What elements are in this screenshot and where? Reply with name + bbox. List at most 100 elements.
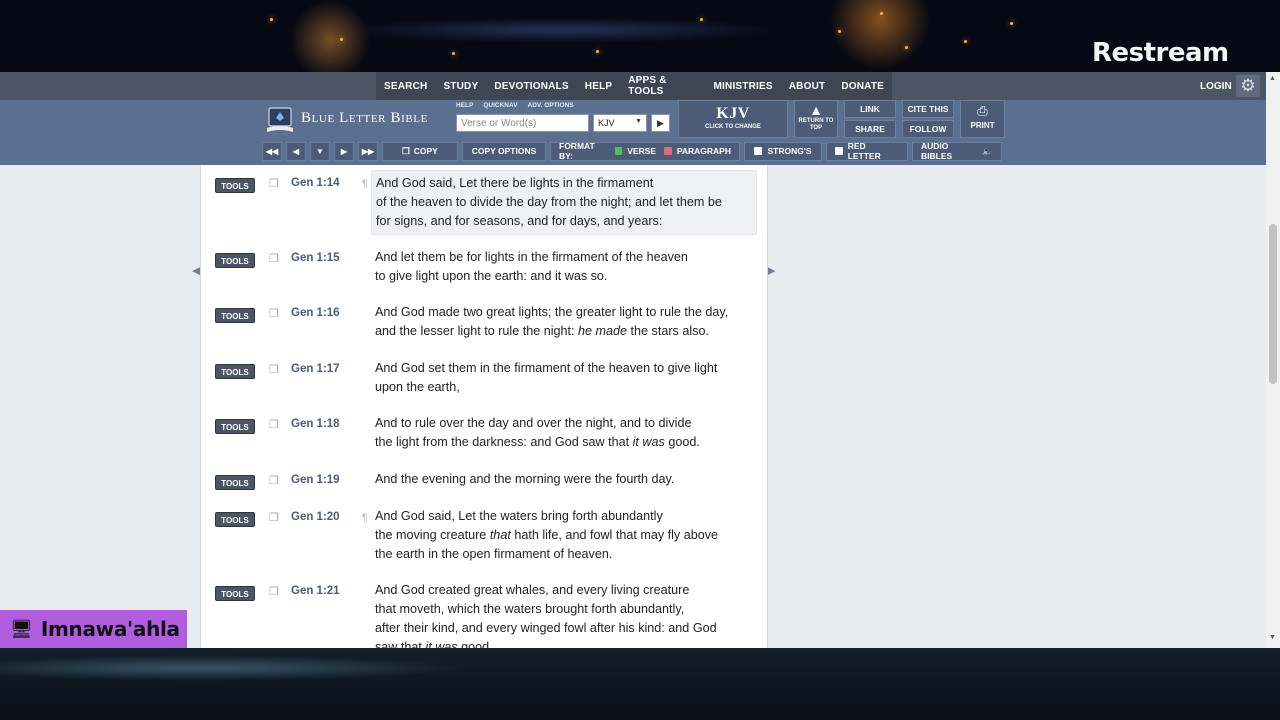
site-logo-text[interactable]: Blue Letter Bible	[301, 110, 428, 127]
audio-bibles-label: AUDIO BIBLES	[921, 141, 953, 161]
tools-button[interactable]: TOOLS	[215, 308, 255, 323]
verse-reference[interactable]: Gen 1:16	[291, 307, 340, 319]
copy-verse-icon[interactable]: ❐	[269, 586, 280, 598]
red-letter-toggle[interactable]: RED LETTER	[826, 141, 908, 161]
nav-devotionals[interactable]: DEVOTIONALS	[486, 81, 576, 92]
strongs-toggle[interactable]: STRONG'S	[744, 141, 822, 161]
previous-book-icon[interactable]: ◀◀	[262, 141, 282, 161]
streamer-name: Imnawa'ahla	[40, 617, 180, 641]
version-change-button[interactable]: KJV CLICK TO CHANGE	[678, 100, 788, 138]
verse-reference[interactable]: Gen 1:17	[291, 363, 340, 375]
follow-button[interactable]: FOLLOW	[902, 120, 954, 138]
paragraph-label[interactable]: PARAGRAPH	[677, 146, 731, 156]
nav-about[interactable]: ABOUT	[781, 81, 834, 92]
verse-reference[interactable]: Gen 1:21	[291, 585, 340, 597]
tools-button[interactable]: TOOLS	[215, 419, 255, 434]
red-letter-label: RED LETTER	[847, 141, 881, 161]
adv-options-link[interactable]: ADV. OPTIONS	[528, 102, 574, 109]
copy-verse-icon[interactable]: ❐	[269, 364, 280, 376]
nav-apps-tools[interactable]: APPS & TOOLS	[620, 75, 705, 97]
version-select[interactable]: KJV ▼	[593, 114, 647, 132]
next-book-icon[interactable]: ▶▶	[358, 141, 378, 161]
verse-reference[interactable]: Gen 1:15	[291, 252, 340, 264]
top-nav-menu: SEARCH STUDY DEVOTIONALS HELP APPS & TOO…	[376, 72, 892, 100]
stream-background-bottom	[0, 648, 1280, 720]
red-letter-checkbox[interactable]	[835, 147, 843, 155]
strongs-checkbox[interactable]	[754, 147, 763, 155]
bible-toolbar: ◀◀ ◀ ▼ ▶ ▶▶ ❐ COPY COPY OPTIONS FORMAT B…	[262, 141, 1002, 161]
copy-label: COPY	[413, 146, 438, 156]
right-collapse-arrow-icon[interactable]: ▶	[767, 264, 775, 277]
share-button[interactable]: SHARE	[844, 120, 896, 138]
format-by-toggle: FORMAT BY: VERSE PARAGRAPH	[550, 141, 740, 161]
verse-checkbox[interactable]	[614, 147, 623, 155]
audio-bibles-button[interactable]: AUDIO BIBLES 🔈	[912, 141, 1002, 161]
scroll-up-icon[interactable]: ▲	[1269, 75, 1276, 82]
quicknav-link[interactable]: QUICKNAV	[483, 102, 517, 109]
strongs-label: STRONG'S	[767, 146, 812, 156]
nav-search[interactable]: SEARCH	[376, 81, 435, 92]
chevron-down-icon: ▼	[635, 118, 642, 125]
verse-line: And God set them in the firmament of the…	[375, 361, 718, 375]
search-input[interactable]	[456, 114, 589, 132]
verse-reference[interactable]: Gen 1:19	[291, 474, 340, 486]
page-scrollbar[interactable]: ▲ ▼	[1266, 72, 1280, 648]
help-link[interactable]: HELP	[456, 102, 473, 109]
verse-line: the moving creature that hath life, and …	[375, 528, 719, 542]
site-header: Blue Letter Bible HELP QUICKNAV ADV. OPT…	[0, 100, 1280, 165]
verse-line: to give light upon the earth: and it was…	[375, 269, 608, 283]
copy-verse-icon[interactable]: ❐	[269, 308, 280, 320]
verse-reference[interactable]: Gen 1:18	[291, 418, 340, 430]
gear-icon[interactable]: ⚙	[1236, 75, 1260, 97]
printer-icon: ⎙	[977, 103, 988, 118]
verse-reference[interactable]: Gen 1:20	[291, 511, 340, 523]
tools-button[interactable]: TOOLS	[215, 586, 255, 601]
print-label: PRINT	[970, 121, 995, 130]
copy-options-button[interactable]: COPY OPTIONS	[462, 141, 546, 161]
restream-logo: Restream	[1092, 38, 1229, 68]
bible-logo-icon[interactable]	[266, 106, 294, 134]
tools-button[interactable]: TOOLS	[215, 253, 255, 268]
cite-this-button[interactable]: CITE THIS	[902, 100, 954, 118]
next-chapter-icon[interactable]: ▶	[334, 141, 354, 161]
tools-button[interactable]: TOOLS	[215, 512, 255, 527]
previous-chapter-icon[interactable]: ◀	[286, 141, 306, 161]
chapter-down-icon[interactable]: ▼	[310, 141, 330, 161]
version-title: KJV	[716, 105, 750, 122]
copy-verse-icon[interactable]: ❐	[269, 253, 280, 265]
scroll-thumb[interactable]	[1269, 224, 1277, 384]
nav-ministries[interactable]: MINISTRIES	[706, 81, 781, 92]
copy-verse-icon[interactable]: ❐	[269, 178, 280, 190]
tools-button[interactable]: TOOLS	[215, 475, 255, 490]
paragraph-checkbox[interactable]	[664, 147, 672, 155]
verse-line: And God made two great lights; the great…	[375, 305, 729, 319]
search-go-button[interactable]: ▶	[651, 114, 670, 132]
verse-text: And God set them in the firmament of the…	[371, 356, 757, 400]
copy-button[interactable]: ❐ COPY	[382, 141, 458, 161]
top-nav: SEARCH STUDY DEVOTIONALS HELP APPS & TOO…	[0, 72, 1280, 100]
login-link[interactable]: LOGIN	[1200, 81, 1232, 92]
return-to-top-button[interactable]: ▲ RETURN TO TOP	[794, 100, 838, 138]
paragraph-mark-icon: ¶	[362, 178, 368, 190]
copy-verse-icon[interactable]: ❐	[269, 419, 280, 431]
verse-line: that moveth, which the waters brought fo…	[375, 602, 685, 616]
nav-donate[interactable]: DONATE	[833, 81, 892, 92]
verse-reference[interactable]: Gen 1:14	[291, 177, 340, 189]
tools-button[interactable]: TOOLS	[215, 364, 255, 379]
verse-label[interactable]: VERSE	[627, 146, 656, 156]
verse-content: TOOLS ❐ Gen 1:14 ¶ And God said, Let there b…	[200, 165, 768, 648]
verse-line: of the heaven to divide the day from the…	[376, 195, 722, 209]
nav-help[interactable]: HELP	[577, 81, 620, 92]
copy-icon: ❐	[402, 145, 410, 156]
nav-study[interactable]: STUDY	[435, 81, 486, 92]
link-button[interactable]: LINK	[844, 100, 896, 118]
verse-line: And God said, Let there be lights in the…	[376, 176, 654, 190]
copy-verse-icon[interactable]: ❐	[269, 475, 280, 487]
return-to-top-label: RETURN TO TOP	[798, 118, 834, 131]
tools-button[interactable]: TOOLS	[215, 178, 255, 193]
copy-verse-icon[interactable]: ❐	[269, 512, 280, 524]
verse-line: the earth in the open firmament of heave…	[375, 547, 613, 561]
scroll-down-icon[interactable]: ▼	[1269, 634, 1276, 641]
verse-text: And God said, Let the waters bring forth…	[371, 504, 757, 567]
print-button[interactable]: ⎙ PRINT	[960, 100, 1005, 138]
